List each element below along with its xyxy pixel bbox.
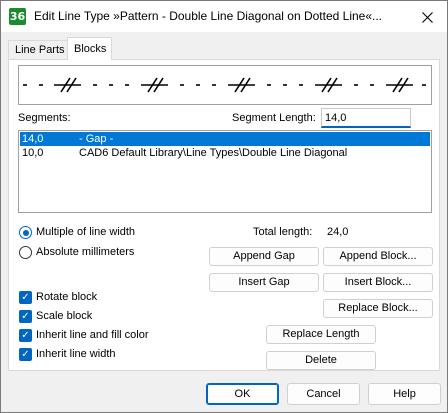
- multiple-of-line-width-radio[interactable]: [19, 226, 32, 239]
- line-preview-graphic: [23, 77, 426, 93]
- total-length-value: 24,0: [327, 226, 349, 238]
- ok-button[interactable]: OK: [206, 383, 279, 405]
- close-button[interactable]: [417, 7, 437, 27]
- scale-block-checkbox[interactable]: ✓: [19, 310, 32, 323]
- help-button[interactable]: Help: [368, 383, 441, 405]
- multiple-of-line-width-label[interactable]: Multiple of line width: [36, 226, 135, 238]
- segment-content-cell: - Gap -: [79, 133, 114, 145]
- inherit-line-width-label[interactable]: Inherit line width: [36, 348, 116, 360]
- list-item[interactable]: 10,0 CAD6 Default Library\Line Types\Dou…: [20, 146, 430, 160]
- absolute-millimeters-label[interactable]: Absolute millimeters: [36, 246, 134, 258]
- title-bar[interactable]: 36 Edit Line Type »Pattern - Double Line…: [1, 1, 447, 32]
- segments-label: Segments:: [18, 112, 71, 124]
- insert-block-button[interactable]: Insert Block...: [323, 273, 433, 292]
- cancel-button[interactable]: Cancel: [287, 383, 360, 405]
- replace-length-button[interactable]: Replace Length: [266, 325, 376, 344]
- absolute-millimeters-radio[interactable]: [19, 246, 32, 259]
- blocks-tab-panel: Segments: Segment Length: 14,0 - Gap - 1…: [8, 59, 440, 371]
- app-icon: 36: [9, 8, 26, 25]
- rotate-block-label[interactable]: Rotate block: [36, 291, 97, 303]
- inherit-line-and-fill-color-checkbox[interactable]: ✓: [19, 329, 32, 342]
- segment-length-input[interactable]: [321, 108, 411, 128]
- segment-length-cell: 14,0: [22, 133, 44, 145]
- segment-content-cell: CAD6 Default Library\Line Types\Double L…: [79, 147, 348, 159]
- inherit-line-and-fill-color-label[interactable]: Inherit line and fill color: [36, 329, 149, 341]
- scale-block-label[interactable]: Scale block: [36, 310, 92, 322]
- delete-button[interactable]: Delete: [266, 351, 376, 370]
- segments-list[interactable]: 14,0 - Gap - 10,0 CAD6 Default Library\L…: [18, 130, 432, 213]
- total-length-label: Total length:: [253, 226, 313, 238]
- append-gap-button[interactable]: Append Gap: [209, 247, 319, 266]
- rotate-block-checkbox[interactable]: ✓: [19, 291, 32, 304]
- replace-block-button[interactable]: Replace Block...: [323, 299, 433, 318]
- tab-line-parts[interactable]: Line Parts: [8, 40, 68, 59]
- append-block-button[interactable]: Append Block...: [323, 247, 433, 266]
- close-icon: [421, 11, 433, 23]
- window-title: Edit Line Type »Pattern - Double Line Di…: [34, 9, 383, 23]
- inherit-line-width-checkbox[interactable]: ✓: [19, 348, 32, 361]
- list-item[interactable]: 14,0 - Gap -: [20, 132, 430, 146]
- tab-blocks[interactable]: Blocks: [67, 37, 112, 60]
- edit-line-type-dialog: 36 Edit Line Type »Pattern - Double Line…: [0, 0, 448, 413]
- insert-gap-button[interactable]: Insert Gap: [209, 273, 319, 292]
- segment-length-cell: 10,0: [22, 147, 44, 159]
- line-type-preview: [18, 65, 432, 105]
- segment-length-label: Segment Length:: [232, 112, 316, 124]
